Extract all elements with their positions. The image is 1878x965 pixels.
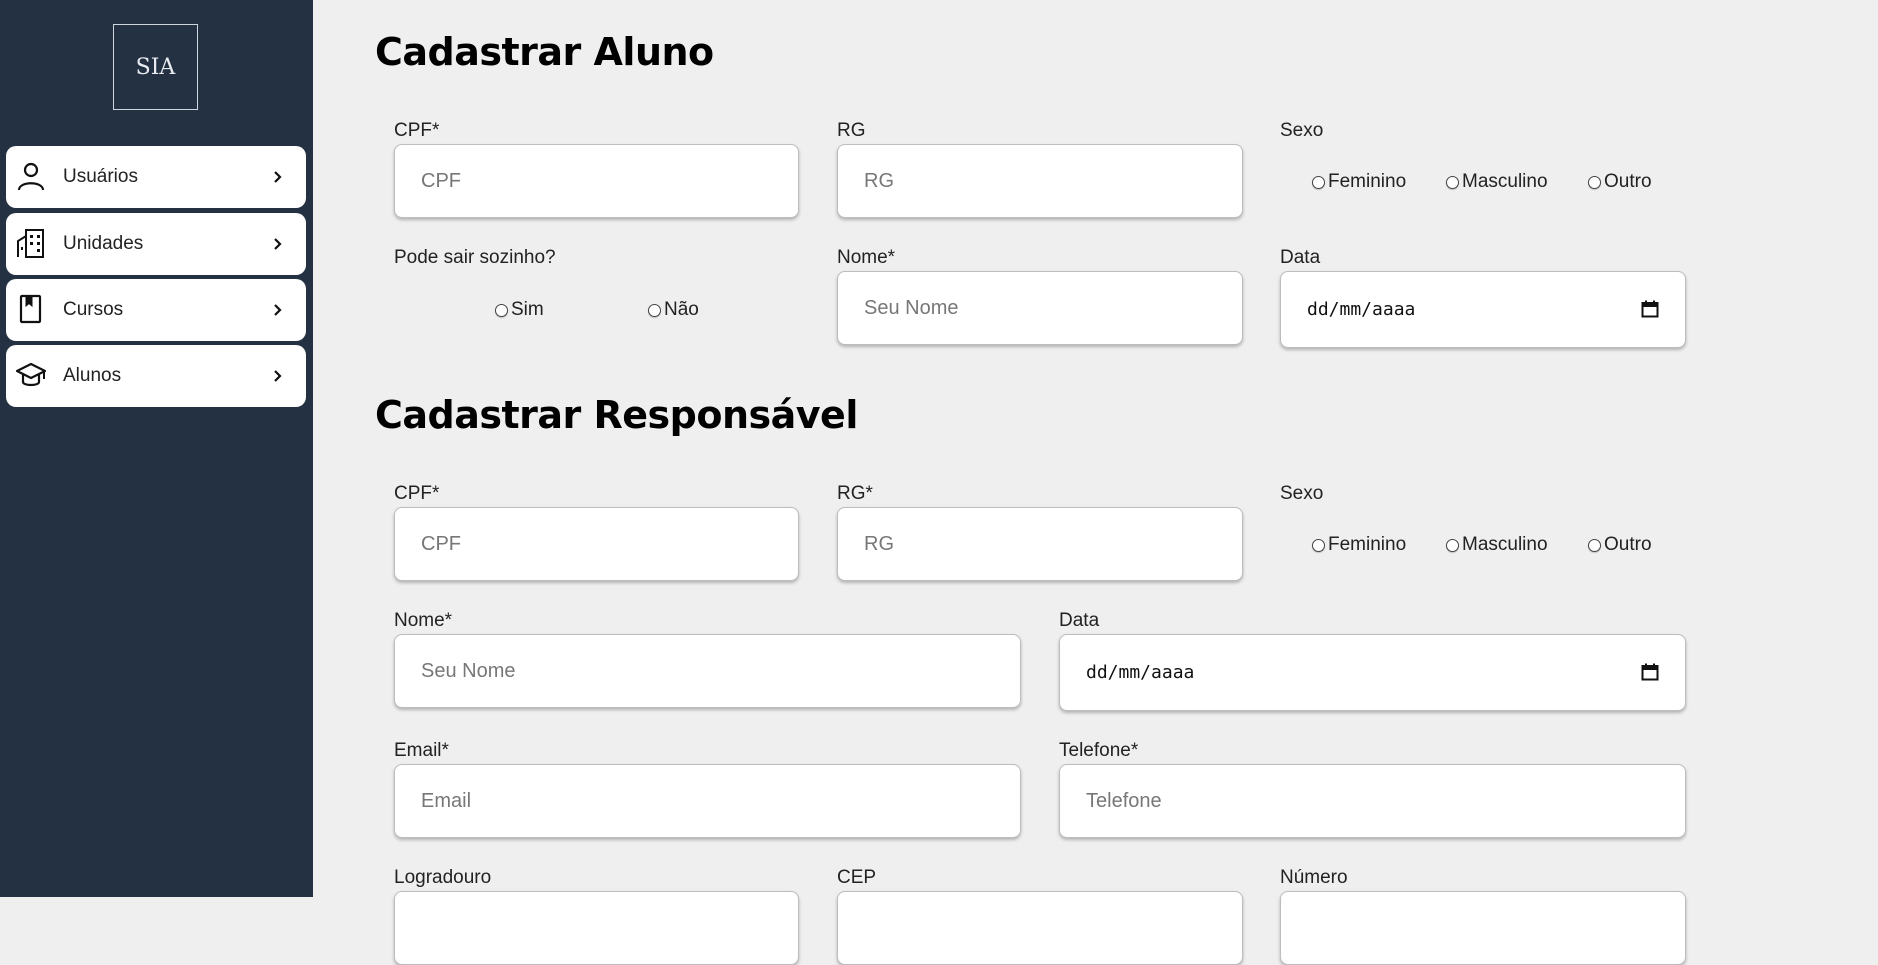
aluno-nome-input[interactable] bbox=[837, 271, 1243, 345]
aluno-sexo-outro[interactable]: Outro bbox=[1588, 171, 1652, 193]
sidebar: SIA Usuários Unidades Cursos Alunos bbox=[0, 0, 313, 897]
sidebar-item-cursos[interactable]: Cursos bbox=[6, 279, 306, 341]
resp-telefone-input[interactable] bbox=[1059, 764, 1686, 838]
resp-cep-label: CEP bbox=[837, 867, 877, 888]
radio-label: Feminino bbox=[1328, 534, 1407, 555]
radio-label: Outro bbox=[1604, 534, 1652, 555]
calendar-icon[interactable] bbox=[1641, 300, 1659, 318]
resp-sexo-masculino[interactable]: Masculino bbox=[1446, 534, 1548, 556]
resp-nome-label: Nome* bbox=[394, 610, 453, 631]
resp-cpf-input[interactable] bbox=[394, 507, 799, 581]
logo: SIA bbox=[113, 24, 198, 110]
resp-data-label: Data bbox=[1059, 610, 1100, 631]
user-icon bbox=[17, 162, 45, 191]
resp-sexo-label: Sexo bbox=[1280, 483, 1324, 504]
aluno-rg-input[interactable] bbox=[837, 144, 1243, 218]
sidebar-item-label: Usuários bbox=[63, 166, 138, 187]
chevron-right-icon bbox=[274, 370, 282, 382]
sidebar-item-usuarios[interactable]: Usuários bbox=[6, 146, 306, 208]
aluno-cpf-label: CPF* bbox=[394, 120, 440, 141]
building-icon bbox=[17, 229, 44, 258]
chevron-right-icon bbox=[274, 238, 282, 250]
sidebar-item-unidades[interactable]: Unidades bbox=[6, 213, 306, 275]
resp-numero-label: Número bbox=[1280, 867, 1348, 888]
radio-button[interactable] bbox=[1446, 175, 1459, 189]
resp-rg-input[interactable] bbox=[837, 507, 1243, 581]
radio-label: Masculino bbox=[1462, 534, 1548, 555]
resp-sexo-outro[interactable]: Outro bbox=[1588, 534, 1652, 556]
radio-button[interactable] bbox=[648, 303, 661, 317]
aluno-data-input[interactable]: dd/mm/aaaa bbox=[1280, 271, 1686, 348]
aluno-sexo-label: Sexo bbox=[1280, 120, 1324, 141]
resp-telefone-label: Telefone* bbox=[1059, 740, 1139, 761]
resp-email-label: Email* bbox=[394, 740, 449, 761]
resp-rg-label: RG* bbox=[837, 483, 873, 504]
sidebar-item-label: Cursos bbox=[63, 299, 124, 320]
aluno-sair-nao[interactable]: Não bbox=[648, 299, 699, 321]
radio-label: Não bbox=[664, 299, 699, 320]
radio-label: Outro bbox=[1604, 171, 1652, 192]
resp-email-input[interactable] bbox=[394, 764, 1021, 838]
resp-numero-input[interactable] bbox=[1280, 891, 1686, 965]
aluno-sexo-feminino[interactable]: Feminino bbox=[1312, 171, 1406, 193]
resp-cpf-label: CPF* bbox=[394, 483, 440, 504]
main-content: Cadastrar Aluno CPF* RG Sexo Feminino Ma… bbox=[313, 0, 1878, 965]
radio-button[interactable] bbox=[1312, 538, 1325, 552]
aluno-rg-label: RG bbox=[837, 120, 866, 141]
date-value: dd/mm/aaaa bbox=[1307, 299, 1416, 320]
date-value: dd/mm/aaaa bbox=[1086, 662, 1195, 683]
resp-data-input[interactable]: dd/mm/aaaa bbox=[1059, 634, 1686, 711]
radio-button[interactable] bbox=[1588, 538, 1601, 552]
radio-button[interactable] bbox=[1446, 538, 1459, 552]
chevron-right-icon bbox=[274, 304, 282, 316]
radio-label: Sim bbox=[511, 299, 544, 320]
sidebar-item-alunos[interactable]: Alunos bbox=[6, 345, 306, 407]
aluno-cpf-input[interactable] bbox=[394, 144, 799, 218]
resp-logradouro-label: Logradouro bbox=[394, 867, 492, 888]
sidebar-item-label: Alunos bbox=[63, 365, 122, 386]
calendar-icon[interactable] bbox=[1641, 663, 1659, 681]
graduation-cap-icon bbox=[15, 362, 47, 387]
radio-label: Masculino bbox=[1462, 171, 1548, 192]
resp-cep-input[interactable] bbox=[837, 891, 1243, 965]
resp-logradouro-input[interactable] bbox=[394, 891, 799, 965]
aluno-nome-label: Nome* bbox=[837, 247, 896, 268]
resp-sexo-feminino[interactable]: Feminino bbox=[1312, 534, 1406, 556]
chevron-right-icon bbox=[274, 171, 282, 183]
radio-label: Feminino bbox=[1328, 171, 1407, 192]
aluno-data-label: Data bbox=[1280, 247, 1321, 268]
sidebar-item-label: Unidades bbox=[63, 233, 144, 254]
resp-nome-input[interactable] bbox=[394, 634, 1021, 708]
aluno-section-title: Cadastrar Aluno bbox=[375, 30, 714, 74]
aluno-sexo-masculino[interactable]: Masculino bbox=[1446, 171, 1548, 193]
radio-button[interactable] bbox=[495, 303, 508, 317]
radio-button[interactable] bbox=[1312, 175, 1325, 189]
aluno-sair-sim[interactable]: Sim bbox=[495, 299, 544, 321]
radio-button[interactable] bbox=[1588, 175, 1601, 189]
aluno-sair-label: Pode sair sozinho? bbox=[394, 247, 556, 268]
book-icon bbox=[19, 294, 42, 324]
responsavel-section-title: Cadastrar Responsável bbox=[375, 393, 858, 437]
